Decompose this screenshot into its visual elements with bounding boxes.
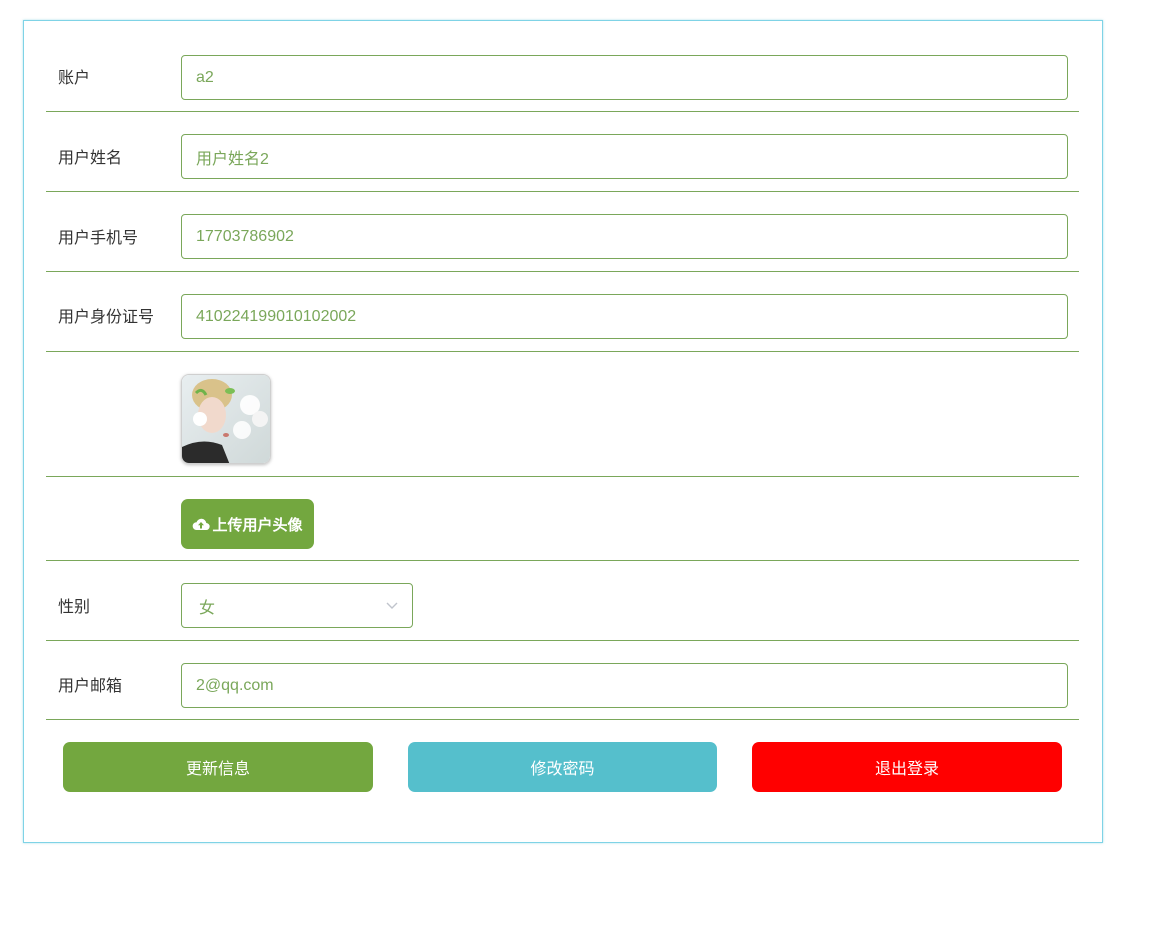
logout-button[interactable]: 退出登录: [752, 742, 1062, 792]
name-row: 用户姓名 用户姓名2: [46, 112, 1079, 192]
email-input[interactable]: 2@qq.com: [181, 663, 1068, 708]
id-card-label: 用户身份证号: [58, 309, 155, 326]
avatar: [181, 374, 271, 464]
avatar-image: [182, 375, 270, 463]
name-input[interactable]: 用户姓名2: [181, 134, 1068, 179]
gender-label: 性别: [58, 599, 91, 616]
user-profile-panel: 账户 a2 用户姓名 用户姓名2 用户手机号 17703786902 用户身份证…: [23, 20, 1103, 843]
account-row: 账户 a2: [46, 21, 1079, 112]
id-card-row: 用户身份证号 410224199010102002: [46, 272, 1079, 352]
upload-avatar-label: 上传用户头像: [212, 516, 303, 534]
phone-input[interactable]: 17703786902: [181, 214, 1068, 259]
account-input[interactable]: a2: [181, 55, 1068, 100]
gender-selected-value: 女: [199, 599, 216, 617]
phone-label: 用户手机号: [58, 230, 139, 247]
email-row: 用户邮箱 2@qq.com: [46, 641, 1079, 720]
avatar-row: [46, 352, 1079, 477]
gender-select[interactable]: 女: [181, 583, 413, 628]
cloud-upload-icon: [193, 518, 211, 531]
chevron-down-icon: [386, 602, 398, 609]
phone-row: 用户手机号 17703786902: [46, 192, 1079, 272]
change-password-button[interactable]: 修改密码: [408, 742, 717, 792]
upload-avatar-button[interactable]: 上传用户头像: [181, 499, 314, 549]
account-label: 账户: [58, 70, 91, 87]
update-info-button[interactable]: 更新信息: [63, 742, 373, 792]
email-label: 用户邮箱: [58, 678, 123, 695]
name-label: 用户姓名: [58, 150, 123, 167]
upload-row: 上传用户头像: [46, 477, 1079, 561]
id-card-input[interactable]: 410224199010102002: [181, 294, 1068, 339]
gender-row: 性别 女: [46, 561, 1079, 641]
